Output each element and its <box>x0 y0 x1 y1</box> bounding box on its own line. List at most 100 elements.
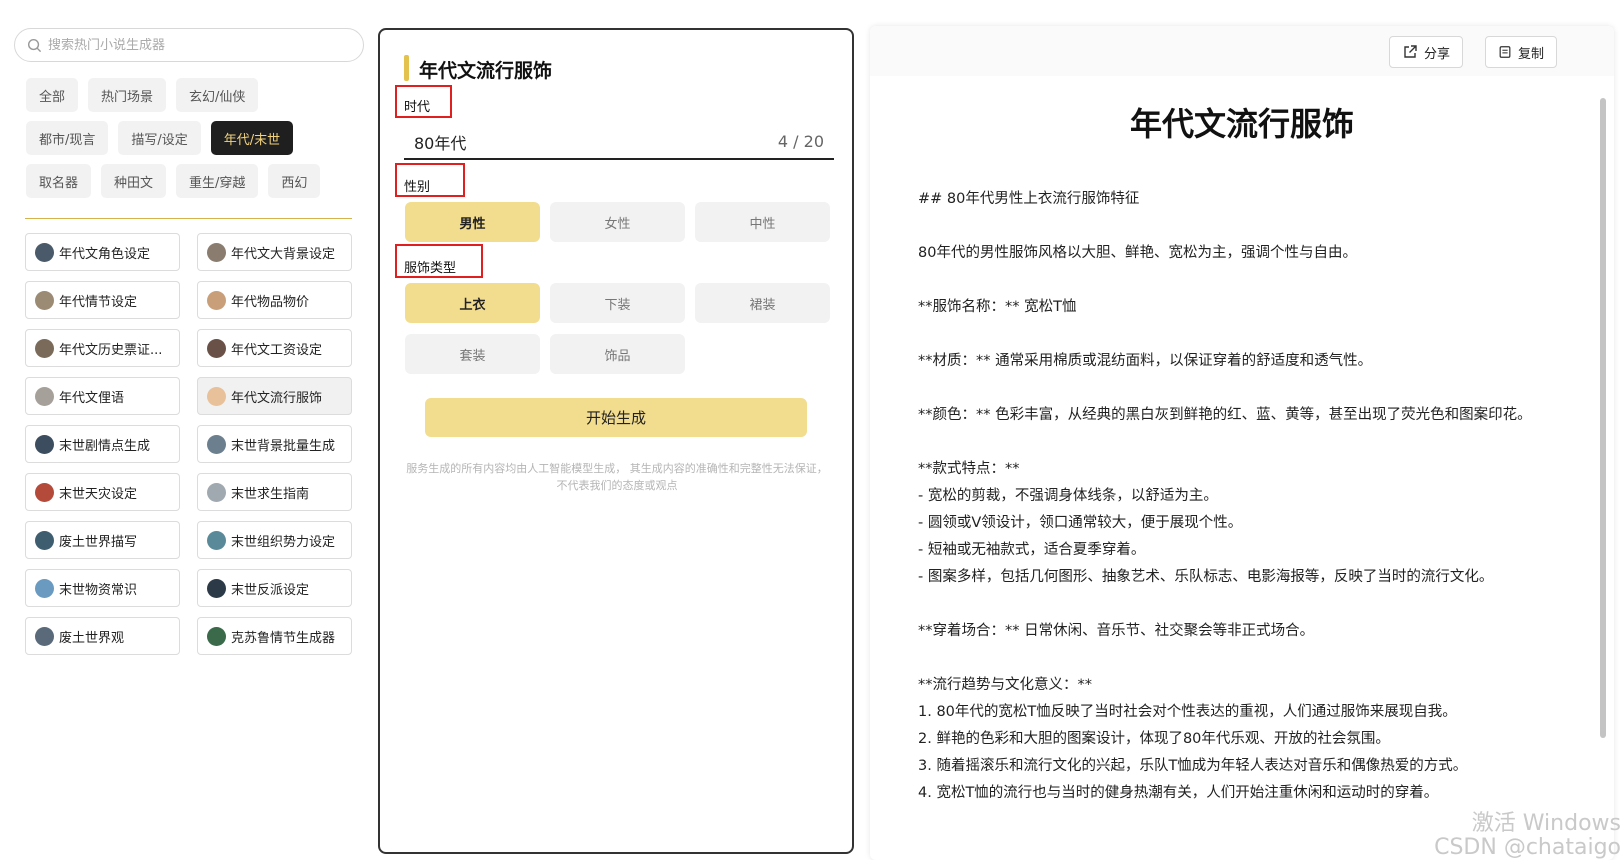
output-title: 年代文流行服饰 <box>1129 105 1354 143</box>
output-line: - 短袖或无袖款式，适合夏季穿着。 <box>918 542 1146 558</box>
generator-item[interactable]: 年代文流行服饰 <box>197 377 352 415</box>
output-line: 1. 80年代的宽松T恤反映了当时社会对个性表达的重视，人们通过服饰来展现自我。 <box>918 704 1457 720</box>
generator-item[interactable]: 末世天灾设定 <box>25 473 180 511</box>
category-tab[interactable]: 热门场景 <box>88 78 167 112</box>
generator-label: 年代文工资设定 <box>231 342 323 358</box>
generator-row: 末世物资常识 末世反派设定 <box>25 569 352 607</box>
share-icon <box>1404 45 1417 58</box>
sidebar: 全部热门场景玄幻/仙侠都市/现言描写/设定年代/末世取名器种田文重生/穿越西幻 … <box>0 0 372 860</box>
output-line: - 圆领或V领设计，领口通常较大，便于展现个性。 <box>918 515 1243 531</box>
output-line: 3. 随着摇滚乐和流行文化的兴起，乐队T恤成为年轻人表达对音乐和偶像热爱的方式。 <box>918 758 1468 774</box>
generator-item[interactable]: 克苏鲁情节生成器 <box>197 617 352 655</box>
watermark-line-1: 激活 Windows <box>1471 811 1621 836</box>
generator-form: 年代文流行服饰 时代 4 / 20 性别 男性女性中性 服饰类型 上衣下装裙装 … <box>378 28 854 854</box>
output-line: **材质：** 通常采用棉质或混纺面料，以保证穿着的舒适度和透气性。 <box>918 353 1373 369</box>
clothing-type-option[interactable]: 套装 <box>405 334 540 374</box>
generator-label: 末世反派设定 <box>231 582 310 598</box>
generator-label: 年代情节设定 <box>59 294 138 310</box>
generator-row: 废土世界观 克苏鲁情节生成器 <box>25 617 352 655</box>
category-tab[interactable]: 年代/末世 <box>210 121 294 155</box>
generator-item[interactable]: 末世物资常识 <box>25 569 180 607</box>
clothing-type-option[interactable]: 上衣 <box>405 283 540 323</box>
clothing-type-option[interactable]: 下装 <box>550 283 685 323</box>
avatar <box>35 578 54 598</box>
generator-label: 废土世界观 <box>59 630 125 646</box>
copy-icon <box>1499 46 1511 58</box>
category-tab[interactable]: 玄幻/仙侠 <box>176 78 259 112</box>
gender-option[interactable]: 女性 <box>550 202 685 242</box>
generator-item[interactable]: 末世求生指南 <box>197 473 352 511</box>
gender-option[interactable]: 男性 <box>405 202 540 242</box>
generator-item[interactable]: 年代文角色设定 <box>25 233 180 271</box>
clothing-type-option[interactable]: 饰品 <box>550 334 685 374</box>
scrollbar[interactable] <box>1600 98 1606 738</box>
share-button[interactable]: 分享 <box>1389 36 1464 68</box>
avatar <box>207 530 226 550</box>
avatar <box>207 626 226 646</box>
search-input[interactable] <box>48 37 338 53</box>
generator-list: 年代文角色设定 年代文大背景设定年代情节设定 年代物品物价年代文历史票证... 年代文… <box>25 233 352 665</box>
generate-button[interactable]: 开始生成 <box>425 398 807 437</box>
output-line: **穿着场合：** 日常休闲、音乐节、社交聚会等非正式场合。 <box>918 623 1315 639</box>
era-label: 时代 <box>404 100 431 115</box>
avatar <box>35 386 54 406</box>
category-tab[interactable]: 西幻 <box>268 164 321 198</box>
avatar <box>35 434 54 454</box>
generator-item[interactable]: 年代文历史票证... <box>25 329 180 367</box>
generator-item[interactable]: 年代情节设定 <box>25 281 180 319</box>
copy-button[interactable]: 复制 <box>1485 36 1558 68</box>
generator-label: 年代文历史票证... <box>59 342 163 358</box>
watermark: 激活 Windows CSDN @chataigo <box>1434 812 1621 860</box>
output-panel: 分享 复制 年代文流行服饰 ## 80年代男性上衣流行服饰特征 80年代的男性服饰… <box>870 26 1614 860</box>
category-tab[interactable]: 取名器 <box>26 164 92 198</box>
search-box[interactable] <box>14 28 364 62</box>
generator-item[interactable]: 年代文俚语 <box>25 377 180 415</box>
era-input[interactable] <box>414 132 734 151</box>
category-tab[interactable]: 种田文 <box>101 164 167 198</box>
category-row: 取名器 种田文 重生/穿越 西幻 <box>26 164 356 198</box>
output-line: 2. 鲜艳的色彩和大胆的图案设计，体现了80年代乐观、开放的社会氛围。 <box>918 731 1390 747</box>
generator-item[interactable]: 废土世界观 <box>25 617 180 655</box>
gender-label: 性别 <box>404 180 431 195</box>
generator-item[interactable]: 末世反派设定 <box>197 569 352 607</box>
generator-label: 克苏鲁情节生成器 <box>231 630 336 646</box>
category-row: 都市/现言 描写/设定 年代/末世 <box>26 121 356 155</box>
output-line: **款式特点：** <box>918 461 1020 477</box>
avatar <box>35 290 54 310</box>
generator-item[interactable]: 年代物品物价 <box>197 281 352 319</box>
generator-item[interactable]: 末世组织势力设定 <box>197 521 352 559</box>
category-tab[interactable]: 描写/设定 <box>118 121 201 155</box>
form-title: 年代文流行服饰 <box>419 60 553 82</box>
copy-label: 复制 <box>1518 46 1545 62</box>
clothing-type-option[interactable]: 裙装 <box>695 283 830 323</box>
generator-item[interactable]: 末世背景批量生成 <box>197 425 352 463</box>
generator-row: 年代文俚语 年代文流行服饰 <box>25 377 352 415</box>
generator-label: 年代文流行服饰 <box>231 390 323 406</box>
disclaimer: 服务生成的所有内容均由人工智能模型生成， 其生成内容的准确性和完整性无法保证， … <box>406 462 828 492</box>
generator-label: 年代文大背景设定 <box>231 246 336 262</box>
generator-label: 末世组织势力设定 <box>231 534 336 550</box>
gender-option[interactable]: 中性 <box>695 202 830 242</box>
output-line: **流行趋势与文化意义：** <box>918 677 1092 693</box>
generator-label: 末世天灾设定 <box>59 486 138 502</box>
avatar <box>207 482 226 502</box>
char-count: 4 / 20 <box>777 132 824 151</box>
watermark-line-2: CSDN @chataigo <box>1434 835 1621 860</box>
generator-item[interactable]: 年代文工资设定 <box>197 329 352 367</box>
clothing-type-label: 服饰类型 <box>404 261 457 276</box>
generator-label: 年代文俚语 <box>59 390 125 406</box>
category-tab[interactable]: 都市/现言 <box>26 121 109 155</box>
category-tab[interactable]: 全部 <box>26 78 79 112</box>
category-tab[interactable]: 重生/穿越 <box>176 164 259 198</box>
output-line: **颜色：** 色彩丰富，从经典的黑白灰到鲜艳的红、蓝、黄等，甚至出现了荧光色和… <box>918 407 1532 423</box>
generator-item[interactable]: 废土世界描写 <box>25 521 180 559</box>
generator-item[interactable]: 年代文大背景设定 <box>197 233 352 271</box>
generator-item[interactable]: 末世剧情点生成 <box>25 425 180 463</box>
avatar <box>207 386 226 406</box>
era-field[interactable]: 4 / 20 <box>404 125 834 160</box>
